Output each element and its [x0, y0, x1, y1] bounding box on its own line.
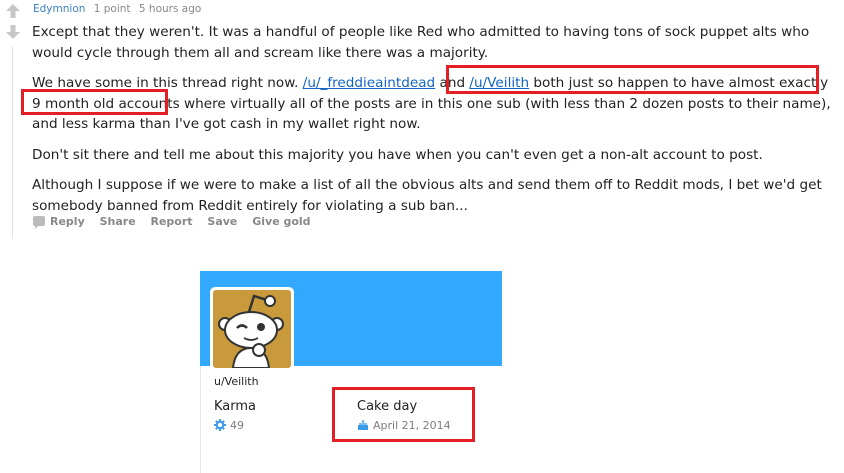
highlight-box-account-age: [21, 89, 168, 115]
reply-label: Reply: [50, 215, 85, 228]
avatar-background: [213, 290, 291, 368]
karma-icon: [214, 419, 226, 431]
comment-age: 5 hours ago: [138, 3, 202, 15]
comment-actions: Reply Share Report Save Give gold: [33, 215, 322, 229]
karma-value: 49: [230, 419, 244, 432]
snoo-avatar-icon: [218, 294, 284, 368]
comment-paragraph: Although I suppose if we were to make a …: [32, 177, 822, 214]
save-button[interactable]: Save: [207, 215, 237, 228]
user-link-freddieaintdead[interactable]: /u/_freddieaintdead: [303, 75, 435, 91]
profile-card: u/Veilith Karma 49 Cake day April 21, 20…: [200, 271, 502, 473]
highlight-box-cakeday: [332, 387, 475, 442]
comment-author-link[interactable]: Edymnion: [33, 3, 85, 15]
karma-stat: 49: [214, 419, 244, 432]
give-gold-button[interactable]: Give gold: [252, 215, 310, 228]
comment-tagline: Edymnion 1 point 5 hours ago: [33, 3, 206, 15]
profile-username[interactable]: u/Veilith: [214, 375, 259, 388]
thread-line[interactable]: [12, 46, 13, 238]
report-button[interactable]: Report: [151, 215, 193, 228]
karma-label: Karma: [214, 399, 257, 414]
reply-button[interactable]: Reply: [33, 215, 85, 229]
comment-paragraph: Except that they weren't. It was a handf…: [32, 24, 810, 61]
comment-body: Except that they weren't. It was a handf…: [32, 22, 832, 226]
comment-paragraph: Don't sit there and tell me about this m…: [32, 146, 763, 163]
card-edge: [200, 366, 201, 473]
comment-icon: [33, 216, 45, 229]
comment-score: 1 point: [93, 3, 131, 15]
upvote-arrow-icon[interactable]: [5, 3, 21, 19]
profile-avatar[interactable]: [210, 287, 294, 371]
downvote-arrow-icon[interactable]: [5, 24, 21, 40]
share-button[interactable]: Share: [100, 215, 136, 228]
highlight-box-username: [446, 65, 819, 94]
